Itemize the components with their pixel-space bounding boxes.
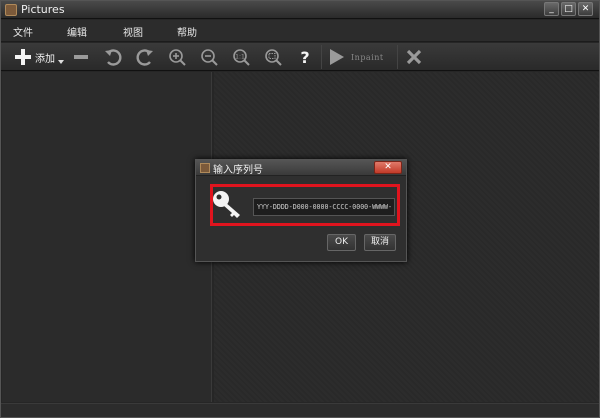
remove-button[interactable] [71, 46, 91, 68]
menu-view[interactable]: 视图 [123, 24, 143, 39]
fit-icon [265, 49, 282, 66]
status-bar [1, 403, 599, 417]
help-icon: ? [300, 48, 309, 66]
dialog-app-icon [200, 163, 210, 173]
play-icon [330, 49, 344, 65]
svg-text:?: ? [300, 48, 309, 66]
zoom-in-button[interactable] [167, 46, 187, 68]
plus-icon [15, 49, 31, 65]
undo-button[interactable] [103, 46, 123, 68]
dialog-title-bar[interactable]: 输入序列号 ✕ [196, 160, 406, 176]
zoom-in-icon [169, 49, 186, 66]
key-icon [213, 191, 240, 218]
toolbar-separator [397, 45, 398, 69]
actual-size-icon: 1:1 [233, 49, 250, 66]
menu-edit[interactable]: 编辑 [67, 24, 87, 39]
title-bar[interactable]: Pictures _ □ ✕ [1, 1, 599, 19]
menu-help[interactable]: 帮助 [177, 24, 197, 39]
serial-input[interactable]: YYY-DDDD-D000-0000-CCCC-0000-WWWW- [253, 198, 395, 216]
minus-icon [74, 55, 88, 59]
zoom-out-button[interactable] [199, 46, 219, 68]
add-button[interactable]: 添加 [13, 46, 65, 68]
inpaint-button[interactable]: Inpaint [329, 46, 389, 68]
toolbar: 添加 1:1 ? Inpaint [1, 43, 599, 71]
cancel-button[interactable]: 取消 [364, 234, 396, 251]
svg-text:1:1: 1:1 [235, 54, 245, 61]
help-button[interactable]: ? [295, 46, 315, 68]
window-controls: _ □ ✕ [544, 2, 593, 16]
redo-icon [136, 49, 153, 66]
menu-file[interactable]: 文件 [13, 24, 33, 39]
fit-button[interactable] [263, 46, 283, 68]
dropdown-arrow-icon [58, 60, 64, 64]
add-label: 添加 [35, 53, 55, 65]
window-title: Pictures [21, 3, 65, 16]
close-button[interactable]: ✕ [578, 2, 593, 16]
undo-icon [105, 49, 122, 66]
maximize-button[interactable]: □ [561, 2, 576, 16]
minimize-button[interactable]: _ [544, 2, 559, 16]
serial-dialog: 输入序列号 ✕ YYY-DDDD-D000-0000-CCCC-0000-WWW… [195, 159, 407, 262]
dialog-close-button[interactable]: ✕ [374, 161, 402, 174]
toolbar-separator [321, 45, 322, 69]
actual-size-button[interactable]: 1:1 [231, 46, 251, 68]
redo-button[interactable] [135, 46, 155, 68]
main-window: Pictures _ □ ✕ 文件 编辑 视图 帮助 添加 1:1 ? Inpa… [0, 0, 600, 418]
dialog-title: 输入序列号 [213, 165, 263, 176]
close-x-icon [406, 49, 422, 65]
app-icon [5, 4, 17, 16]
clear-button[interactable] [404, 46, 424, 68]
menu-bar: 文件 编辑 视图 帮助 [1, 20, 599, 42]
image-list-panel[interactable] [2, 72, 212, 402]
inpaint-label: Inpaint [351, 52, 384, 62]
ok-button[interactable]: OK [327, 234, 356, 251]
zoom-out-icon [201, 49, 218, 66]
